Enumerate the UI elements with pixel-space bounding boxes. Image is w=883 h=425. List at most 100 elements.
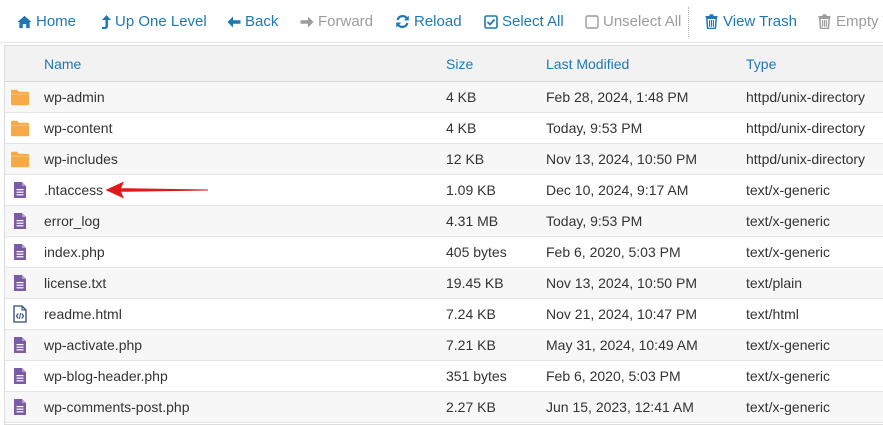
select-all-button-label: Select All xyxy=(502,13,564,30)
file-size: 7.24 KB xyxy=(446,306,496,322)
column-header-type[interactable]: Type xyxy=(746,46,776,82)
file-name[interactable]: wp-comments-post.php xyxy=(44,392,190,422)
column-header-name[interactable]: Name xyxy=(44,46,81,82)
empty-trash-button[interactable]: Empty T xyxy=(817,0,883,43)
file-type: text/x-generic xyxy=(746,399,831,415)
file-last-modified: Jun 15, 2023, 12:41 AM xyxy=(546,399,694,415)
file-size: 2.27 KB xyxy=(446,399,496,415)
file-last-modified: Today, 9:53 PM xyxy=(546,120,643,136)
file-last-modified: Feb 28, 2024, 1:48 PM xyxy=(546,89,689,105)
file-name[interactable]: index.php xyxy=(44,237,105,267)
table-row[interactable]: license.txt 19.45 KB Nov 13, 2024, 10:50 P… xyxy=(5,268,883,299)
reload-button[interactable]: Reload xyxy=(395,0,462,43)
file-size: 4.31 MB xyxy=(446,213,499,229)
folder-icon xyxy=(9,82,31,112)
file-size: 12 KB xyxy=(446,151,485,167)
table-row[interactable]: error_log 4.31 MB Today, 9:53 PM text/x-gen… xyxy=(5,206,883,237)
file-last-modified: Nov 13, 2024, 10:50 PM xyxy=(546,151,697,167)
file-type: text/x-generic xyxy=(746,213,831,229)
table-row[interactable]: wp-comments-post.php 2.27 KB Jun 15, 2023,… xyxy=(5,392,883,423)
html-file-icon xyxy=(9,299,31,329)
file-size: 351 bytes xyxy=(446,368,507,384)
back-arrow-icon xyxy=(226,14,241,30)
file-type: text/html xyxy=(746,306,799,322)
trash-icon xyxy=(817,14,832,30)
table-header: Name Size Last Modified Type xyxy=(5,46,883,82)
unselect-all-button[interactable]: Unselect All xyxy=(584,0,681,43)
file-type: httpd/unix-directory xyxy=(746,151,866,167)
file-last-modified: May 31, 2024, 10:49 AM xyxy=(546,337,698,353)
file-last-modified: Today, 9:53 PM xyxy=(546,213,643,229)
file-type: text/x-generic xyxy=(746,368,831,384)
file-name[interactable]: error_log xyxy=(44,206,100,236)
file-type: httpd/unix-directory xyxy=(746,120,866,136)
file-name[interactable]: wp-content xyxy=(44,113,112,143)
file-name[interactable]: .htaccess xyxy=(44,175,103,205)
file-last-modified: Feb 6, 2020, 5:03 PM xyxy=(546,368,681,384)
forward-button-label: Forward xyxy=(318,13,374,30)
checkbox-checked-icon xyxy=(483,14,498,30)
forward-arrow-icon xyxy=(299,14,314,30)
up-one-level-button-label: Up One Level xyxy=(115,13,207,30)
file-last-modified: Dec 10, 2024, 9:17 AM xyxy=(546,182,689,198)
file-type: text/x-generic xyxy=(746,244,831,260)
file-size: 4 KB xyxy=(446,120,477,136)
text-file-icon xyxy=(9,237,31,267)
home-icon xyxy=(17,14,32,30)
file-name[interactable]: wp-activate.php xyxy=(44,330,142,360)
file-name[interactable]: readme.html xyxy=(44,299,122,329)
text-file-icon xyxy=(9,392,31,422)
select-all-button[interactable]: Select All xyxy=(483,0,564,43)
file-size: 4 KB xyxy=(446,89,477,105)
text-file-icon xyxy=(9,175,31,205)
table-row[interactable]: wp-includes 12 KB Nov 13, 2024, 10:50 PM ht… xyxy=(5,144,883,175)
folder-icon xyxy=(9,113,31,143)
view-trash-button[interactable]: View Trash xyxy=(704,0,797,43)
unselect-all-button-label: Unselect All xyxy=(603,13,682,30)
back-button-label: Back xyxy=(245,13,279,30)
table-row[interactable]: wp-admin 4 KB Feb 28, 2024, 1:48 PM httpd/u… xyxy=(5,82,883,113)
file-name[interactable]: wp-includes xyxy=(44,144,118,174)
file-type: text/x-generic xyxy=(746,337,831,353)
file-size: 405 bytes xyxy=(446,244,507,260)
file-type: text/x-generic xyxy=(746,182,831,198)
up-one-level-button[interactable]: Up One Level xyxy=(100,0,207,43)
back-button[interactable]: Back xyxy=(226,0,278,43)
file-size: 19.45 KB xyxy=(446,275,504,291)
column-header-last-modified[interactable]: Last Modified xyxy=(546,46,629,82)
annotation-arrow-icon xyxy=(105,181,208,199)
text-file-icon xyxy=(9,330,31,360)
text-file-icon xyxy=(9,268,31,298)
file-size: 1.09 KB xyxy=(446,182,496,198)
file-last-modified: Feb 6, 2020, 5:03 PM xyxy=(546,244,681,260)
home-button-label: Home xyxy=(36,13,77,30)
table-row[interactable]: index.php 405 bytes Feb 6, 2020, 5:03 PM te… xyxy=(5,237,883,268)
text-file-icon xyxy=(9,361,31,391)
file-type: httpd/unix-directory xyxy=(746,89,866,105)
table-row[interactable]: wp-activate.php 7.21 KB May 31, 2024, 10:4… xyxy=(5,330,883,361)
empty-trash-button-label: Empty T xyxy=(836,13,883,30)
file-list-table: Name Size Last Modified Type wp-admin 4 K… xyxy=(4,45,883,425)
column-header-size[interactable]: Size xyxy=(446,46,473,82)
table-row[interactable]: wp-content 4 KB Today, 9:53 PM httpd/unix-d… xyxy=(5,113,883,144)
file-size: 7.21 KB xyxy=(446,337,496,353)
checkbox-empty-icon xyxy=(584,14,599,30)
view-trash-button-label: View Trash xyxy=(723,13,797,30)
reload-icon xyxy=(395,14,410,30)
file-manager-toolbar: Home Up One Level Back Forward Reload Se… xyxy=(0,0,883,43)
table-row[interactable]: wp-blog-header.php 351 bytes Feb 6, 2020, … xyxy=(5,361,883,392)
file-name[interactable]: license.txt xyxy=(44,268,106,298)
reload-button-label: Reload xyxy=(414,13,462,30)
file-type: text/plain xyxy=(746,275,803,291)
file-name[interactable]: wp-blog-header.php xyxy=(44,361,168,391)
home-button[interactable]: Home xyxy=(17,0,76,43)
trash-icon xyxy=(704,14,719,30)
file-name[interactable]: wp-admin xyxy=(44,82,105,112)
file-last-modified: Nov 13, 2024, 10:50 PM xyxy=(546,275,697,291)
file-last-modified: Nov 21, 2024, 10:47 PM xyxy=(546,306,697,322)
toolbar-separator xyxy=(688,7,689,37)
text-file-icon xyxy=(9,206,31,236)
table-row[interactable]: readme.html 7.24 KB Nov 21, 2024, 10:47 PM… xyxy=(5,299,883,330)
folder-icon xyxy=(9,144,31,174)
forward-button[interactable]: Forward xyxy=(299,0,373,43)
